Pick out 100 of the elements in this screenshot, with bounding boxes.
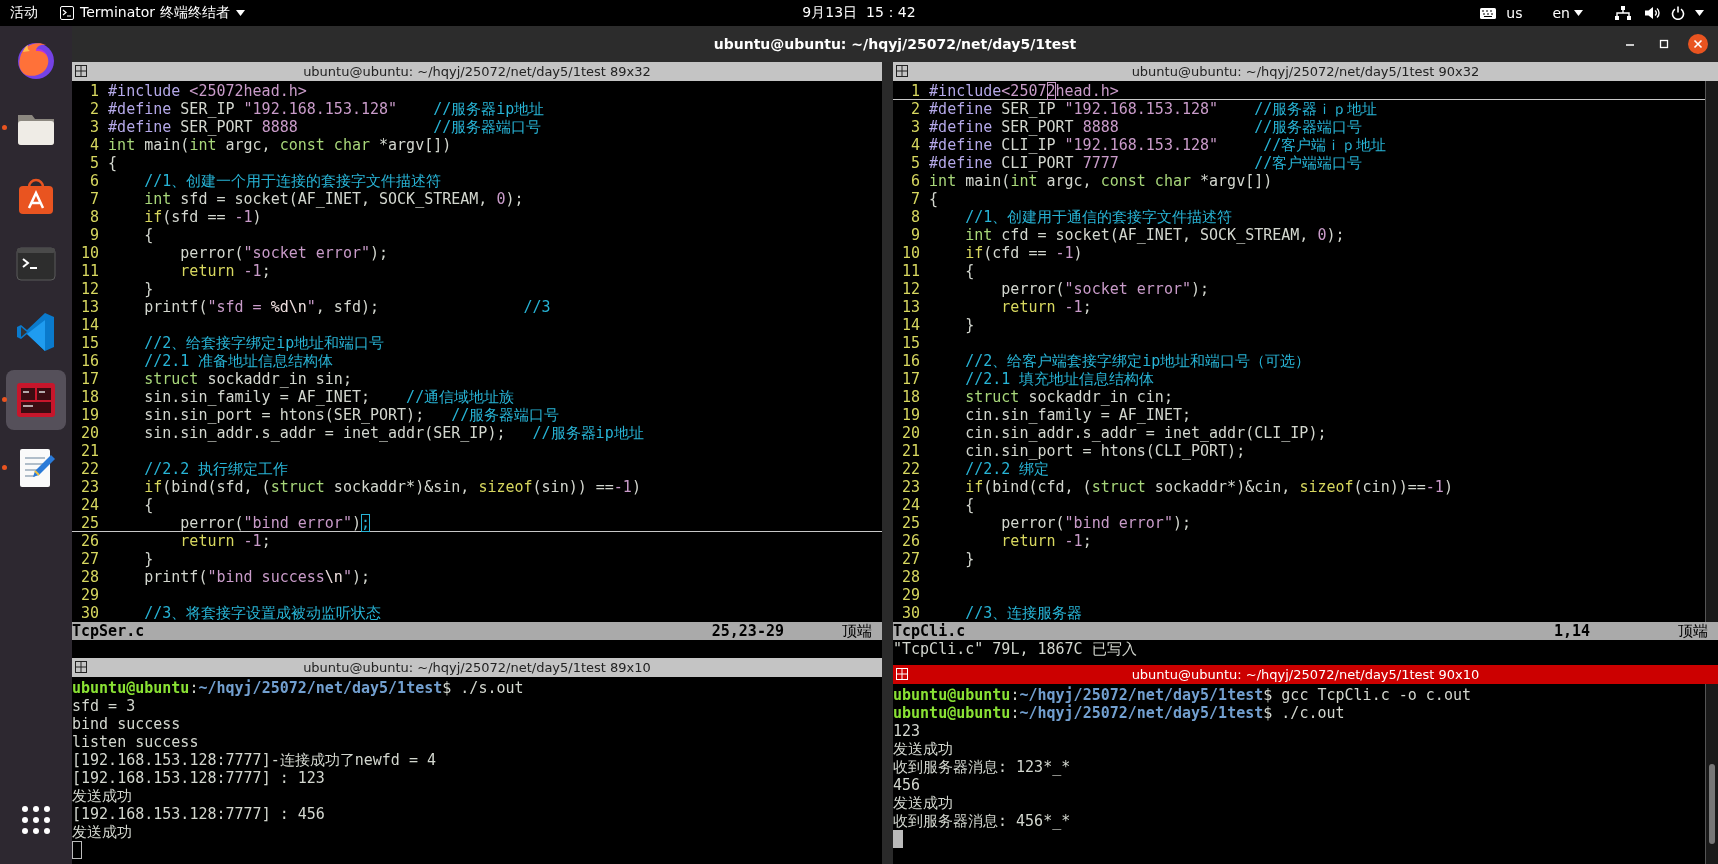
line-number: 28 — [901, 568, 921, 586]
split-icon[interactable] — [896, 65, 908, 77]
close-button[interactable] — [1686, 32, 1710, 56]
line-number: 3 — [89, 118, 100, 136]
line-number: 18 — [901, 388, 921, 406]
line-number: 1 — [89, 82, 100, 100]
network-icon[interactable] — [1615, 6, 1631, 20]
clock[interactable]: 9月13日 15：42 — [802, 4, 916, 22]
line-number: 8 — [89, 208, 100, 226]
code-line: { — [964, 262, 975, 280]
split-icon[interactable] — [75, 661, 87, 673]
line-number: 27 — [80, 550, 100, 568]
code-line: #define SER_IP "192.168.153.128" //服务器ip地址 — [108, 100, 545, 118]
line-number: 22 — [80, 460, 100, 478]
activities-button[interactable]: 活动 — [10, 4, 38, 22]
line-number: 13 — [901, 298, 921, 316]
terminal-line: 收到服务器消息: 123*_* — [893, 758, 1072, 776]
line-number: 29 — [901, 586, 921, 604]
caret-icon[interactable] — [1695, 10, 1704, 16]
line-number: 17 — [80, 370, 100, 388]
line-number: 2 — [89, 100, 100, 118]
line-number: 12 — [80, 280, 100, 298]
code-line: #define SER_PORT 8888 //服务器端口号 — [929, 118, 1363, 136]
code-line: //3、将套接字设置成被动监听状态 — [143, 604, 382, 622]
file-name: TcpSer.c — [72, 622, 146, 640]
code-line: sin.sin_family = AF_INET; //通信域地址族 — [143, 388, 515, 406]
line-number: 18 — [80, 388, 100, 406]
code-line: return -1; — [1000, 298, 1092, 316]
line-number: 24 — [901, 496, 921, 514]
code-line: //1、创建用于通信的套接字文件描述符 — [964, 208, 1233, 226]
code-line: } — [964, 550, 975, 568]
line-number: 26 — [80, 532, 100, 550]
line-number: 9 — [89, 226, 100, 244]
code-line: #define SER_PORT 8888 //服务器端口号 — [108, 118, 542, 136]
code-line: perror("bind error"); — [1000, 514, 1191, 532]
terminal-line: 收到服务器消息: 456*_* — [893, 812, 1072, 830]
line-number: 27 — [901, 550, 921, 568]
split-icon[interactable] — [75, 65, 87, 77]
terminal-line: listen success — [72, 733, 200, 751]
keyboard-layout[interactable]: us — [1506, 5, 1523, 21]
code-line: { — [143, 496, 154, 514]
line-number: 23 — [901, 478, 921, 496]
code-line: } — [143, 280, 154, 298]
code-line: //1、创建一个用于连接的套接字文件描述符 — [143, 172, 442, 190]
terminal-line: [192.168.153.128:7777] : 123 — [72, 769, 326, 787]
code-line: int main(int argc, const char *argv[]) — [108, 136, 452, 154]
scrollbar-track[interactable] — [1705, 81, 1718, 622]
pane-title: ubuntu@ubuntu: ~/hqyj/25072/net/day5/1test 90x10 — [1131, 667, 1480, 682]
line-number: 4 — [89, 136, 100, 154]
code-line: //2、给套接字绑定ip地址和端口号 — [143, 334, 385, 352]
line-number: 1 — [910, 82, 921, 99]
code-line: int cfd = socket(AF_INET, SOCK_STREAM, 0); — [964, 226, 1345, 244]
code-line: //2、给客户端套接字绑定ip地址和端口号（可选） — [964, 352, 1311, 370]
terminal-line: ubuntu@ubuntu:~/hqyj/25072/net/day5/1test$ ./s.out — [72, 679, 525, 697]
scrollbar-track[interactable] — [1705, 684, 1718, 864]
input-method-menu[interactable]: en — [1552, 5, 1583, 21]
app-menu[interactable]: Terminator 终端终结者 — [60, 4, 245, 22]
code-line: if(bind(sfd, (struct sockaddr*)&sin, sizeof(sin)) ==-1) — [143, 478, 641, 496]
volume-icon[interactable] — [1645, 6, 1661, 20]
app-grid-icon — [20, 804, 52, 836]
line-number: 9 — [910, 226, 921, 244]
scroll-position: 顶端 — [1678, 621, 1708, 641]
code-line: { — [929, 190, 939, 208]
code-line: struct sockaddr_in sin; — [143, 370, 352, 388]
line-number: 3 — [910, 118, 921, 136]
power-icon[interactable] — [1671, 6, 1685, 20]
terminal-line: 发送成功 — [72, 787, 133, 805]
line-number: 6 — [89, 172, 100, 190]
code-line: if(cfd == -1) — [964, 244, 1083, 262]
terminal-line: ubuntu@ubuntu:~/hqyj/25072/net/day5/1test$ ./c.out — [893, 704, 1346, 722]
line-number: 10 — [80, 244, 100, 262]
line-number: 24 — [80, 496, 100, 514]
scroll-position: 顶端 — [842, 621, 872, 641]
code-line: } — [964, 316, 975, 334]
terminal-line: ubuntu@ubuntu:~/hqyj/25072/net/day5/1test$ gcc TcpCli.c -o c.out — [893, 686, 1472, 704]
code-line: //2.2 执行绑定工作 — [143, 460, 289, 478]
terminal-line: bind success — [72, 715, 182, 733]
terminal-line: 发送成功 — [893, 794, 954, 812]
code-line: cin.sin_addr.s_addr = inet_addr(CLI_IP); — [964, 424, 1327, 442]
terminal-line: [192.168.153.128:7777] : 456 — [72, 805, 326, 823]
code-line: printf("bind success\n"); — [143, 568, 370, 586]
line-number: 14 — [901, 316, 921, 334]
pane-title: ubuntu@ubuntu: ~/hqyj/25072/net/day5/1test 89x10 — [303, 660, 651, 675]
line-number: 30 — [901, 604, 921, 622]
line-number: 26 — [901, 532, 921, 550]
line-number: 21 — [901, 442, 921, 460]
scrollbar-thumb[interactable] — [1709, 764, 1715, 844]
line-number: 25 — [901, 514, 921, 532]
line-number: 8 — [910, 208, 921, 226]
line-number: 23 — [80, 478, 100, 496]
status-message: "TcpCli.c" 79L, 1867C 已写入 — [893, 640, 1137, 658]
line-number: 6 — [910, 172, 921, 190]
code-line: struct sockaddr_in cin; — [964, 388, 1173, 406]
line-number: 22 — [901, 460, 921, 478]
code-line: //2.1 填充地址信息结构体 — [964, 370, 1155, 388]
line-number: 20 — [901, 424, 921, 442]
code-line: { — [964, 496, 975, 514]
code-line: { — [143, 226, 154, 244]
code-line: return -1; — [179, 262, 271, 280]
terminal-line: 123 — [893, 722, 922, 740]
